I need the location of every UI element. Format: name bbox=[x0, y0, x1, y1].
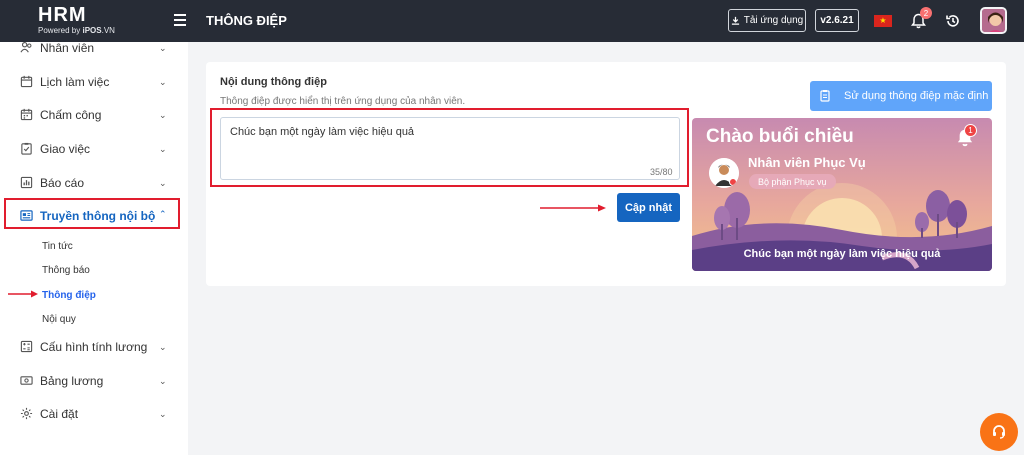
employee-avatar-image bbox=[709, 158, 739, 188]
calendar-grid-icon bbox=[20, 108, 33, 121]
message-section-description: Thông điệp được hiển thị trên ứng dụng c… bbox=[220, 96, 466, 107]
calendar-icon bbox=[20, 75, 33, 88]
logo-subtitle: Powered by iPOS.VN bbox=[38, 26, 115, 35]
chevron-down-icon: ⌄ bbox=[159, 177, 167, 188]
preview-message: Chúc bạn một ngày làm việc hiệu quả bbox=[743, 248, 941, 260]
logo-sub-brand: iPOS bbox=[82, 26, 102, 35]
sidebar-item-payroll[interactable]: Bảng lương ⌄ bbox=[0, 371, 188, 391]
bar-chart-icon bbox=[20, 176, 33, 189]
sidebar-subitem-messages[interactable]: Thông điệp bbox=[42, 290, 96, 301]
textarea-highlight-box bbox=[210, 108, 689, 187]
arrow-pointer-icon bbox=[540, 204, 606, 212]
arrow-pointer-icon bbox=[8, 290, 38, 298]
sidebar-item-settings[interactable]: Cài đặt ⌄ bbox=[0, 404, 188, 424]
money-icon bbox=[20, 376, 33, 385]
user-avatar-image bbox=[982, 9, 1005, 32]
update-button[interactable]: Cập nhật bbox=[617, 193, 680, 222]
sidebar-item-tasks[interactable]: Giao việc ⌄ bbox=[0, 139, 188, 159]
user-avatar[interactable] bbox=[980, 7, 1007, 34]
version-badge: v2.6.21 bbox=[815, 9, 859, 32]
sidebar-item-label: Báo cáo bbox=[40, 176, 85, 190]
sidebar-highlight-box bbox=[4, 198, 180, 229]
sidebar-item-reports[interactable]: Báo cáo ⌄ bbox=[0, 173, 188, 193]
preview-employee-name: Nhân viên Phục Vụ bbox=[748, 155, 866, 170]
chevron-down-icon: ⌄ bbox=[159, 109, 167, 120]
gear-icon bbox=[20, 407, 33, 420]
calculator-icon bbox=[20, 340, 33, 353]
sidebar-item-label: Bảng lương bbox=[40, 374, 104, 388]
sidebar-item-label: Cấu hình tính lương bbox=[40, 340, 148, 354]
hrm-logo[interactable]: HRM Powered by iPOS.VN bbox=[38, 4, 115, 35]
chevron-down-icon: ⌄ bbox=[159, 375, 167, 386]
chevron-down-icon: ⌄ bbox=[159, 408, 167, 419]
preview-notification-badge: 1 bbox=[964, 124, 977, 137]
chevron-down-icon: ⌄ bbox=[159, 341, 167, 352]
preview-department-badge: Bộ phận Phục vụ bbox=[749, 174, 836, 189]
headset-icon bbox=[993, 425, 1005, 439]
use-default-message-button[interactable]: Sử dụng thông điệp mặc định bbox=[810, 81, 992, 111]
sidebar-subitem-announcements[interactable]: Thông báo bbox=[42, 265, 90, 276]
sidebar-item-payroll-config[interactable]: Cấu hình tính lương ⌄ bbox=[0, 337, 188, 357]
task-check-icon bbox=[21, 142, 32, 155]
vietnam-flag-icon[interactable]: ★ bbox=[874, 15, 892, 27]
download-app-label: Tải ứng dụng bbox=[743, 15, 804, 26]
sidebar-subitem-news[interactable]: Tin tức bbox=[42, 241, 73, 252]
top-bar: HRM Powered by iPOS.VN THÔNG ĐIỆP Tải ứn… bbox=[0, 0, 1024, 42]
sidebar-item-employees[interactable]: Nhân viên ⌄ bbox=[0, 38, 188, 58]
sidebar-item-label: Chấm công bbox=[40, 108, 102, 122]
use-default-message-label: Sử dụng thông điệp mặc định bbox=[844, 90, 989, 102]
chevron-down-icon: ⌄ bbox=[159, 143, 167, 154]
logo-sub-prefix: Powered by bbox=[38, 26, 83, 35]
download-app-button[interactable]: Tải ứng dụng bbox=[728, 9, 806, 32]
support-chat-button[interactable] bbox=[980, 413, 1018, 451]
message-section-title: Nội dung thông điệp bbox=[220, 76, 327, 88]
chevron-down-icon: ⌄ bbox=[159, 42, 167, 53]
sidebar-item-label: Cài đặt bbox=[40, 407, 79, 421]
menu-icon[interactable] bbox=[174, 14, 186, 26]
sidebar bbox=[0, 42, 188, 455]
notification-count-badge: 2 bbox=[920, 7, 932, 19]
users-icon bbox=[20, 42, 32, 53]
sidebar-item-timekeeping[interactable]: Chấm công ⌄ bbox=[0, 105, 188, 125]
message-preview: Chào buổi chiều Nhân viên Phục Vụ Bộ phậ… bbox=[692, 118, 992, 271]
sidebar-item-label: Giao việc bbox=[40, 142, 91, 156]
preview-greeting: Chào buổi chiều bbox=[706, 126, 854, 147]
download-icon bbox=[731, 16, 739, 25]
logo-sub-suffix: .VN bbox=[101, 26, 115, 35]
logo-title: HRM bbox=[38, 4, 87, 26]
history-icon[interactable] bbox=[945, 13, 961, 29]
document-icon bbox=[820, 90, 830, 102]
page-title: THÔNG ĐIỆP bbox=[206, 13, 287, 28]
sidebar-item-schedule[interactable]: Lịch làm việc ⌄ bbox=[0, 72, 188, 92]
chevron-down-icon: ⌄ bbox=[159, 76, 167, 87]
sidebar-subitem-rules[interactable]: Nội quy bbox=[42, 314, 76, 325]
sidebar-item-label: Nhân viên bbox=[40, 41, 95, 55]
sidebar-item-label: Lịch làm việc bbox=[40, 75, 110, 89]
preview-avatar bbox=[709, 158, 739, 188]
